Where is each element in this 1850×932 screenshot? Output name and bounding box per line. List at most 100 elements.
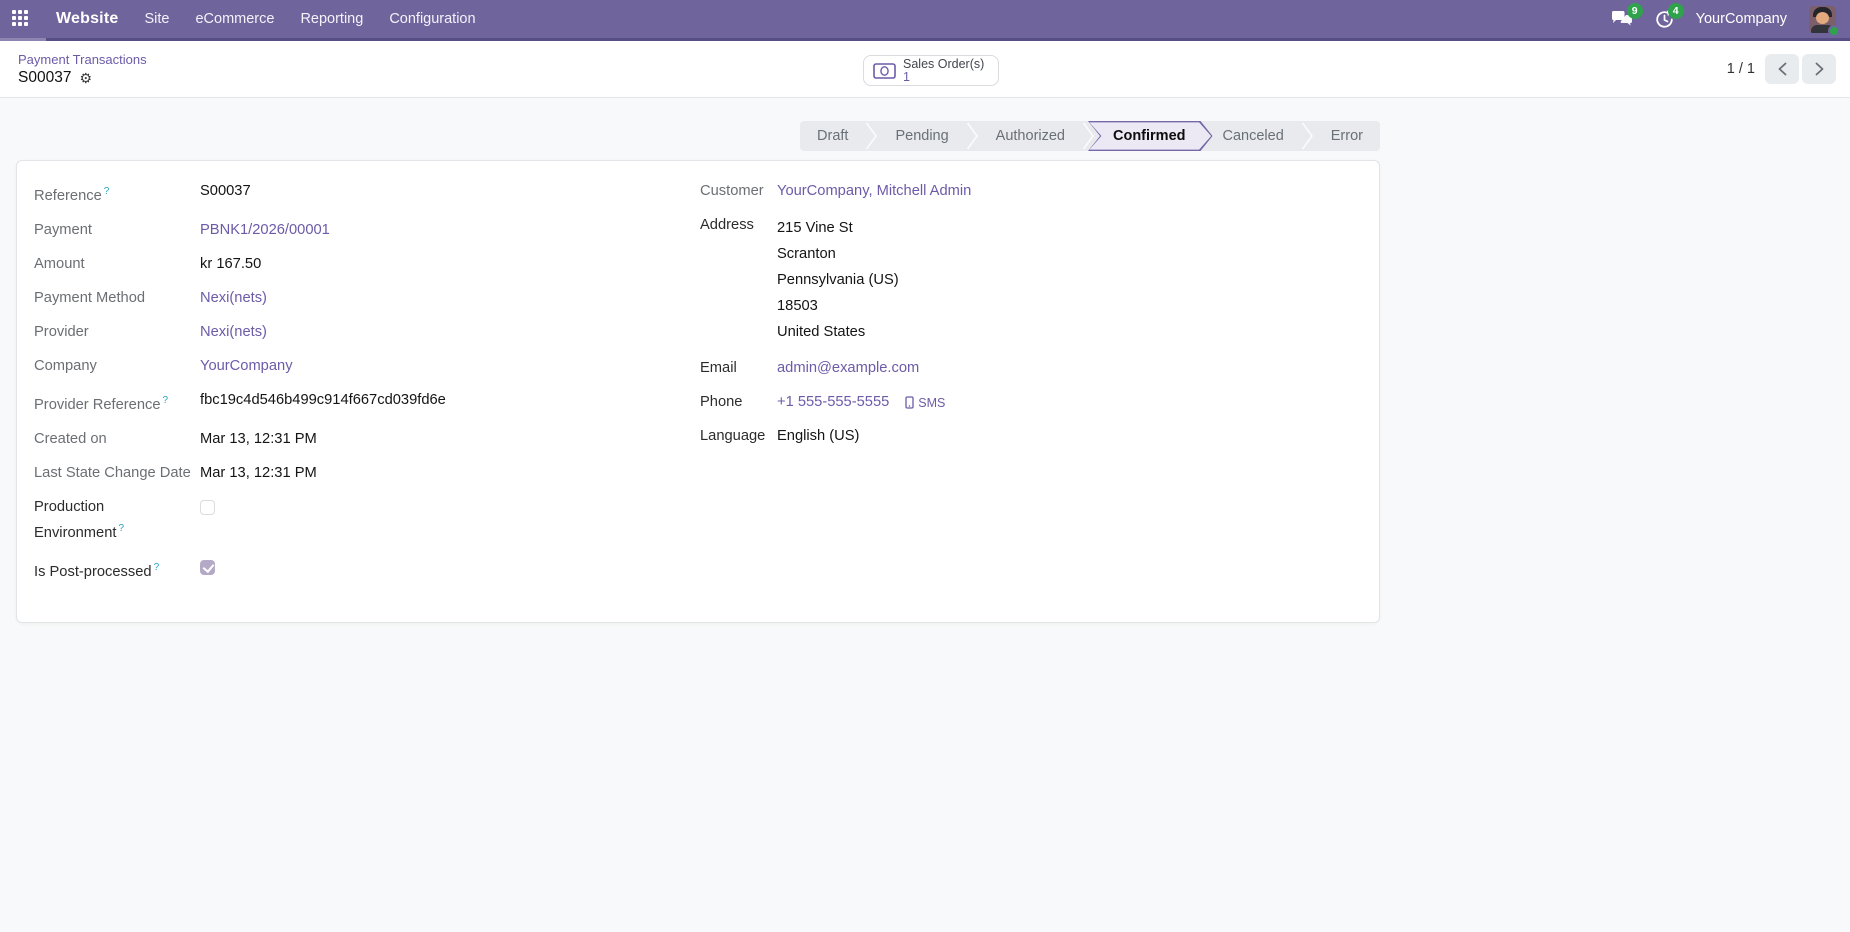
actions-gear-icon[interactable]: ⚙ bbox=[79, 71, 92, 85]
field-value-reference: S00037 bbox=[200, 183, 251, 199]
company-switcher[interactable]: YourCompany bbox=[1696, 11, 1787, 27]
statusbar-state-authorized[interactable]: Authorized bbox=[979, 121, 1082, 151]
fields-column-left: Reference? S00037 Payment PBNK1/2026/00001 A… bbox=[34, 181, 700, 596]
help-marker-icon: ? bbox=[162, 394, 169, 406]
field-row-payment: Payment PBNK1/2026/00001 bbox=[34, 220, 700, 241]
chevron-right-icon bbox=[1815, 62, 1823, 76]
breadcrumb-parent-link[interactable]: Payment Transactions bbox=[18, 52, 147, 68]
statusbar-state-confirmed[interactable]: Confirmed bbox=[1088, 121, 1213, 151]
field-row-customer: Customer YourCompany, Mitchell Admin bbox=[700, 181, 1349, 202]
statusbar-separator bbox=[966, 121, 979, 151]
messages-badge: 9 bbox=[1626, 3, 1643, 19]
field-label-last-state-change-date: Last State Change Date bbox=[34, 464, 191, 481]
money-bill-icon bbox=[873, 62, 896, 79]
app-name[interactable]: Website bbox=[56, 10, 118, 28]
address-line: 18503 bbox=[777, 298, 818, 314]
address-line: 215 Vine St bbox=[777, 220, 853, 236]
field-value-payment[interactable]: PBNK1/2026/00001 bbox=[200, 220, 330, 241]
field-value-is-post-processed[interactable] bbox=[200, 559, 215, 575]
statusbar-state-error[interactable]: Error bbox=[1314, 121, 1380, 151]
statusbar-state-canceled[interactable]: Canceled bbox=[1206, 121, 1301, 151]
user-avatar[interactable] bbox=[1809, 5, 1840, 37]
field-label-customer: Customer bbox=[700, 183, 764, 199]
field-row-reference: Reference? S00037 bbox=[34, 181, 700, 207]
field-label-email: Email bbox=[700, 360, 737, 376]
sms-button[interactable]: SMS bbox=[905, 396, 945, 410]
field-row-email: Email admin@example.com bbox=[700, 358, 1349, 379]
sales-orders-stat-button[interactable]: Sales Order(s) 1 bbox=[863, 55, 1000, 86]
field-value-amount: kr 167.50 bbox=[200, 255, 262, 272]
statusbar-state-pending[interactable]: Pending bbox=[878, 121, 965, 151]
nav-menu-reporting[interactable]: Reporting bbox=[300, 11, 363, 27]
field-value-provider[interactable]: Nexi(nets) bbox=[200, 322, 267, 343]
activities-badge: 4 bbox=[1667, 2, 1684, 19]
statusbar-separator bbox=[865, 121, 878, 151]
field-value-company[interactable]: YourCompany bbox=[200, 356, 293, 377]
mobile-phone-icon bbox=[905, 396, 914, 409]
field-value-customer[interactable]: YourCompany, Mitchell Admin bbox=[777, 181, 971, 202]
help-marker-icon: ? bbox=[118, 522, 125, 534]
field-value-last-state-change-date: Mar 13, 12:31 PM bbox=[200, 464, 317, 481]
field-row-last-state-change-date: Last State Change Date Mar 13, 12:31 PM bbox=[34, 463, 700, 484]
field-value-created-on: Mar 13, 12:31 PM bbox=[200, 430, 317, 447]
field-row-language: Language English (US) bbox=[700, 426, 1349, 447]
field-row-is-post-processed: Is Post-processed? bbox=[34, 557, 700, 583]
field-label-is-post-processed: Is Post-processed? bbox=[34, 561, 160, 580]
field-label-provider: Provider bbox=[34, 323, 89, 340]
pager-value[interactable]: 1 / 1 bbox=[1727, 61, 1755, 77]
activities-icon[interactable]: 4 bbox=[1655, 2, 1684, 29]
field-value-address: 215 Vine St Scranton Pennsylvania (US) 1850… bbox=[777, 215, 899, 345]
field-row-company: Company YourCompany bbox=[34, 356, 700, 377]
record-title: S00037 bbox=[18, 68, 72, 86]
field-value-production-environment[interactable] bbox=[200, 499, 215, 515]
pager-next-button[interactable] bbox=[1802, 54, 1836, 84]
control-panel: Payment Transactions S00037 ⚙ Sales Orde… bbox=[0, 41, 1850, 98]
field-label-phone: Phone bbox=[700, 394, 743, 410]
field-label-payment: Payment bbox=[34, 221, 92, 238]
field-label-company: Company bbox=[34, 357, 97, 374]
field-label-created-on: Created on bbox=[34, 430, 107, 447]
field-label-provider-reference: Provider Reference? bbox=[34, 394, 169, 413]
nav-menu-site[interactable]: Site bbox=[144, 11, 169, 27]
statusbar-separator bbox=[1301, 121, 1314, 151]
field-value-language: English (US) bbox=[777, 428, 860, 444]
online-status-dot bbox=[1828, 24, 1840, 37]
address-line: United States bbox=[777, 324, 866, 340]
field-row-production-environment: Production Environment? bbox=[34, 497, 700, 544]
top-navbar: Website Site eCommerce Reporting Configurat… bbox=[0, 0, 1850, 41]
help-marker-icon: ? bbox=[153, 561, 160, 573]
field-value-provider-reference: fbc19c4d546b499c914f667cd039fd6e bbox=[200, 391, 446, 408]
field-row-address: Address 215 Vine St Scranton Pennsylvania (… bbox=[700, 215, 1349, 345]
field-label-production-environment: Production Environment? bbox=[34, 498, 125, 541]
field-value-phone: +1 555-555-5555 SMS bbox=[777, 392, 945, 413]
stat-button-label: Sales Order(s) bbox=[903, 56, 985, 71]
stat-button-count: 1 bbox=[903, 69, 910, 84]
nav-menu-ecommerce[interactable]: eCommerce bbox=[195, 11, 274, 27]
field-label-reference: Reference? bbox=[34, 186, 110, 204]
field-value-payment-method[interactable]: Nexi(nets) bbox=[200, 288, 267, 309]
pager-previous-button[interactable] bbox=[1765, 54, 1799, 84]
help-marker-icon: ? bbox=[103, 186, 110, 197]
statusbar-state-draft[interactable]: Draft bbox=[800, 121, 865, 151]
field-row-created-on: Created on Mar 13, 12:31 PM bbox=[34, 429, 700, 450]
field-value-email[interactable]: admin@example.com bbox=[777, 358, 919, 379]
field-label-amount: Amount bbox=[34, 255, 85, 272]
form-sheet: Reference? S00037 Payment PBNK1/2026/00001 A… bbox=[16, 160, 1380, 623]
field-row-amount: Amount kr 167.50 bbox=[34, 254, 700, 275]
fields-column-right: Customer YourCompany, Mitchell Admin Addre… bbox=[700, 181, 1379, 596]
messages-icon[interactable]: 9 bbox=[1611, 3, 1643, 28]
field-row-provider: Provider Nexi(nets) bbox=[34, 322, 700, 343]
nav-menu-configuration[interactable]: Configuration bbox=[389, 11, 475, 27]
chevron-left-icon bbox=[1778, 62, 1786, 76]
field-label-language: Language bbox=[700, 428, 766, 444]
breadcrumb: Payment Transactions S00037 ⚙ bbox=[18, 52, 147, 87]
pager: 1 / 1 bbox=[1727, 41, 1836, 97]
field-row-provider-reference: Provider Reference? fbc19c4d546b499c914f6… bbox=[34, 390, 700, 416]
phone-link[interactable]: +1 555-555-5555 bbox=[777, 392, 889, 413]
field-row-phone: Phone +1 555-555-5555 SMS bbox=[700, 392, 1349, 413]
field-label-payment-method: Payment Method bbox=[34, 289, 146, 306]
field-row-payment-method: Payment Method Nexi(nets) bbox=[34, 288, 700, 309]
statusbar: Draft Pending Authorized Confirmed Canceled E… bbox=[800, 121, 1380, 151]
apps-grid-icon[interactable] bbox=[12, 10, 30, 28]
address-line: Scranton bbox=[777, 246, 836, 262]
